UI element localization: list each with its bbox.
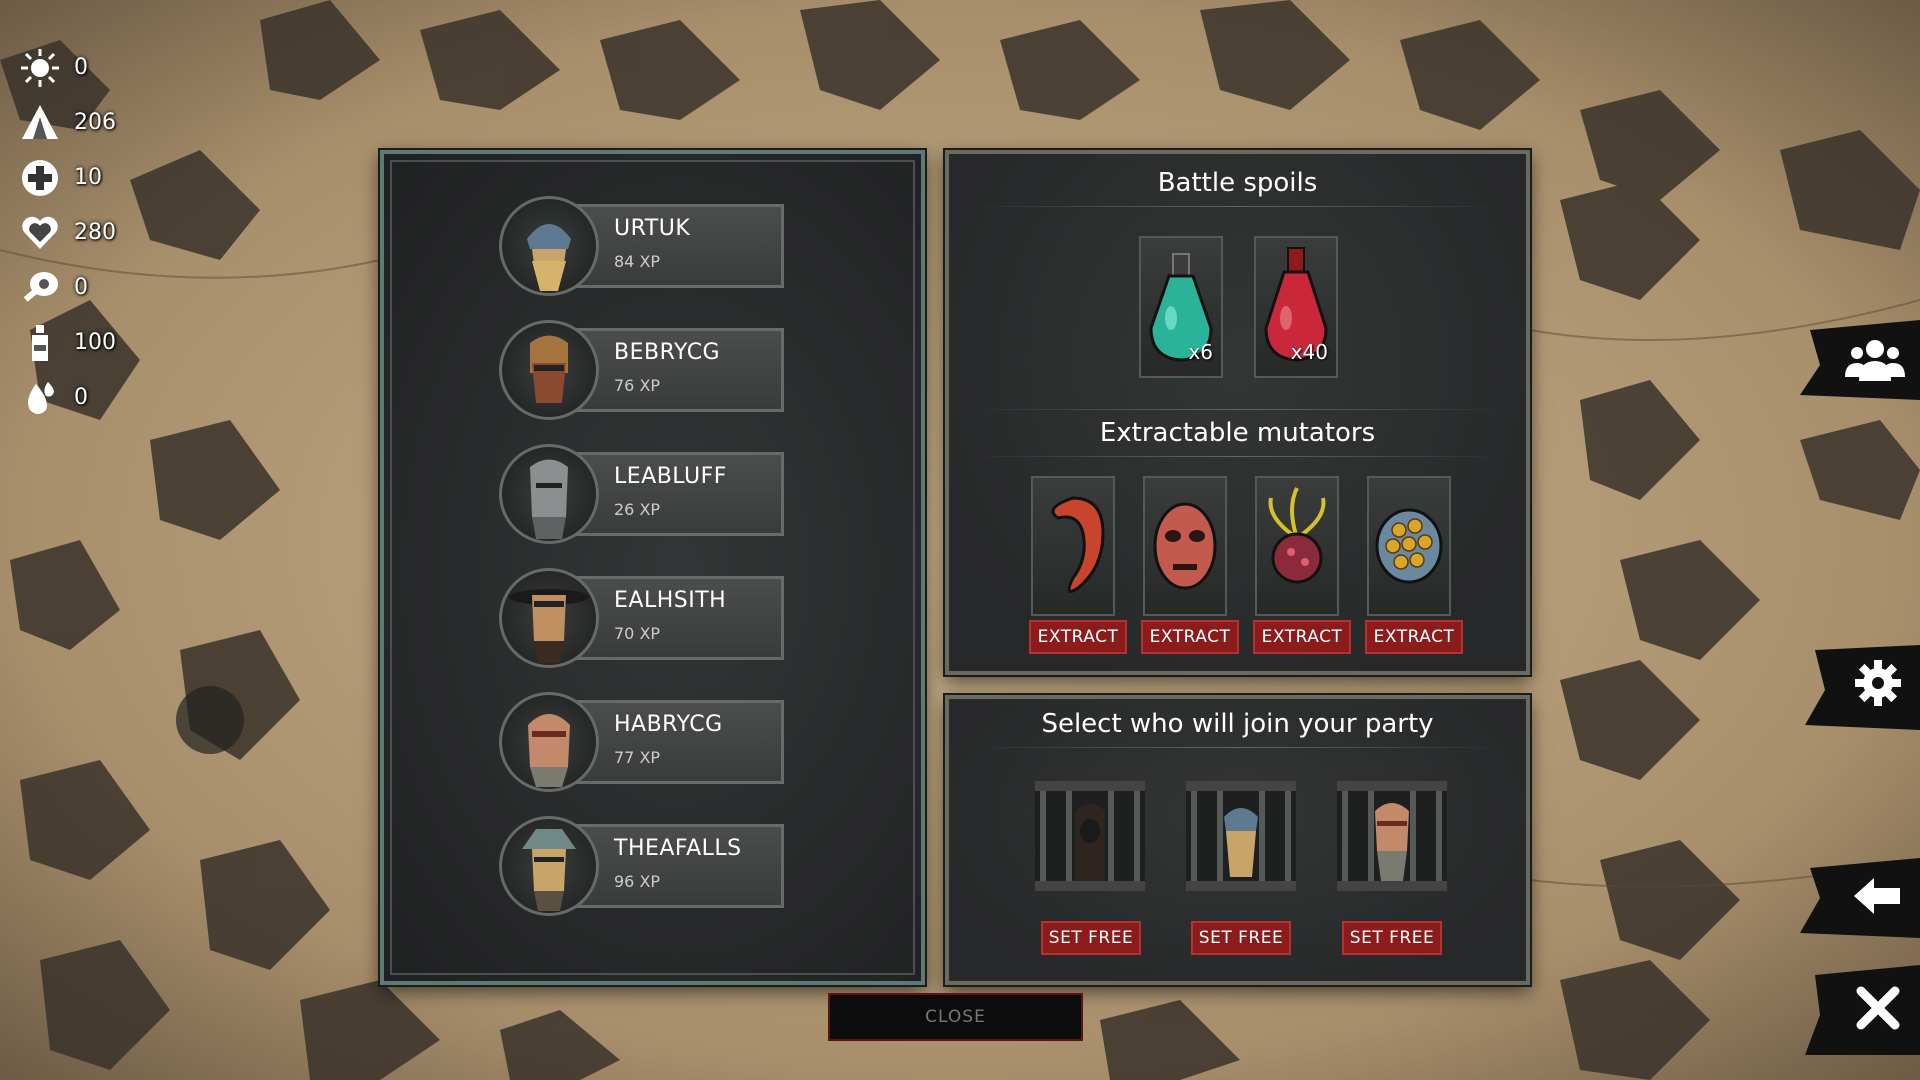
bottle-icon [18,321,62,365]
resource-health: 280 [18,205,116,260]
hero-xp: 96 XP [614,872,661,891]
hero-portrait [499,568,599,668]
divider [969,456,1506,457]
spoil-item-teal-potion[interactable]: x6 [1139,236,1223,378]
extract-button[interactable]: EXTRACT [1029,620,1127,654]
resource-value: 206 [74,110,116,135]
tent-icon [18,101,62,145]
sun-icon [18,46,62,90]
hero-portrait [499,444,599,544]
spoil-item-red-potion[interactable]: x40 [1254,236,1338,378]
resource-medicine: 10 [18,150,116,205]
back-button[interactable] [1790,848,1920,948]
resource-value: 0 [74,55,88,80]
hero-xp: 70 XP [614,624,661,643]
prisoner-cage[interactable] [1337,781,1447,891]
resource-materials: 206 [18,95,116,150]
hero-portrait [499,692,599,792]
hero-row[interactable]: URTUK 84 XP [499,196,799,296]
hero-row[interactable]: THEAFALLS 96 XP [499,816,799,916]
hero-row[interactable]: HABRYCG 77 XP [499,692,799,792]
hero-xp: 76 XP [614,376,661,395]
mutator-slot [1031,476,1115,616]
caged-prisoner-icon [1337,781,1447,891]
settings-button[interactable] [1790,635,1920,735]
meat-icon [18,266,62,310]
resource-light: 0 [18,40,116,95]
set-free-button[interactable]: SET FREE [1342,921,1442,955]
hero-portrait [499,816,599,916]
gear-icon [1855,660,1901,706]
divider [969,747,1506,748]
hero-row[interactable]: LEABLUFF 26 XP [499,444,799,544]
close-x-button[interactable] [1790,955,1920,1055]
hero-name: THEAFALLS [614,836,742,861]
red-tentacle-icon [1051,496,1105,593]
hero-portrait [499,320,599,420]
mutator-slot [1255,476,1339,616]
hero-xp: 77 XP [614,748,661,767]
heart-icon [18,211,62,255]
hero-xp: 26 XP [614,500,661,519]
resource-water: 0 [18,370,116,425]
prisoner-cage[interactable] [1035,781,1145,891]
mutator-slot [1143,476,1227,616]
mutator-slot [1367,476,1451,616]
hero-portrait [499,196,599,296]
fleshy-mask-icon [1153,502,1217,590]
tendril-heart-icon [1268,487,1326,584]
droplets-icon [18,376,62,420]
prisoner-cage[interactable] [1186,781,1296,891]
party-selection-panel: Select who will join your party SET FREE… [945,695,1530,985]
spoil-count: x6 [1188,340,1213,364]
hero-name: LEABLUFF [614,464,727,489]
extract-button[interactable]: EXTRACT [1365,620,1463,654]
caged-prisoner-icon [1035,781,1145,891]
hero-row[interactable]: EALHSITH 70 XP [499,568,799,668]
hero-name: HABRYCG [614,712,723,737]
resource-food: 0 [18,260,116,315]
spoil-count: x40 [1290,340,1328,364]
close-icon [1856,986,1900,1030]
divider [969,409,1506,410]
caged-prisoner-icon [1186,781,1296,891]
hero-row[interactable]: BEBRYCG 76 XP [499,320,799,420]
spoils-title: Battle spoils [1157,168,1318,198]
resource-value: 280 [74,220,116,245]
party-icon [1845,340,1905,381]
extract-button[interactable]: EXTRACT [1253,620,1351,654]
resource-bar: 0 206 10 280 0 100 0 [18,40,116,425]
egg-pod-icon [1375,508,1443,584]
party-button[interactable] [1790,310,1920,410]
close-button[interactable]: CLOSE [828,993,1083,1041]
resource-value: 100 [74,330,116,355]
party-title: Select who will join your party [1041,709,1434,739]
resource-value: 0 [74,385,88,410]
hero-xp: 84 XP [614,252,661,271]
mutators-title: Extractable mutators [1099,418,1376,448]
resource-value: 0 [74,275,88,300]
battle-spoils-panel: Battle spoils x6 x40 Extractable mutator… [945,150,1530,675]
hero-roster-panel: URTUK 84 XP BEBRYCG 76 XP LEABLUFF 26 XP… [380,150,925,985]
hero-name: BEBRYCG [614,340,721,365]
hero-name: URTUK [614,216,691,241]
medical-cross-icon [18,156,62,200]
back-arrow-icon [1854,878,1900,914]
resource-fuel: 100 [18,315,116,370]
hero-name: EALHSITH [614,588,727,613]
divider [969,206,1506,207]
set-free-button[interactable]: SET FREE [1041,921,1141,955]
extract-button[interactable]: EXTRACT [1141,620,1239,654]
resource-value: 10 [74,165,102,190]
set-free-button[interactable]: SET FREE [1191,921,1291,955]
